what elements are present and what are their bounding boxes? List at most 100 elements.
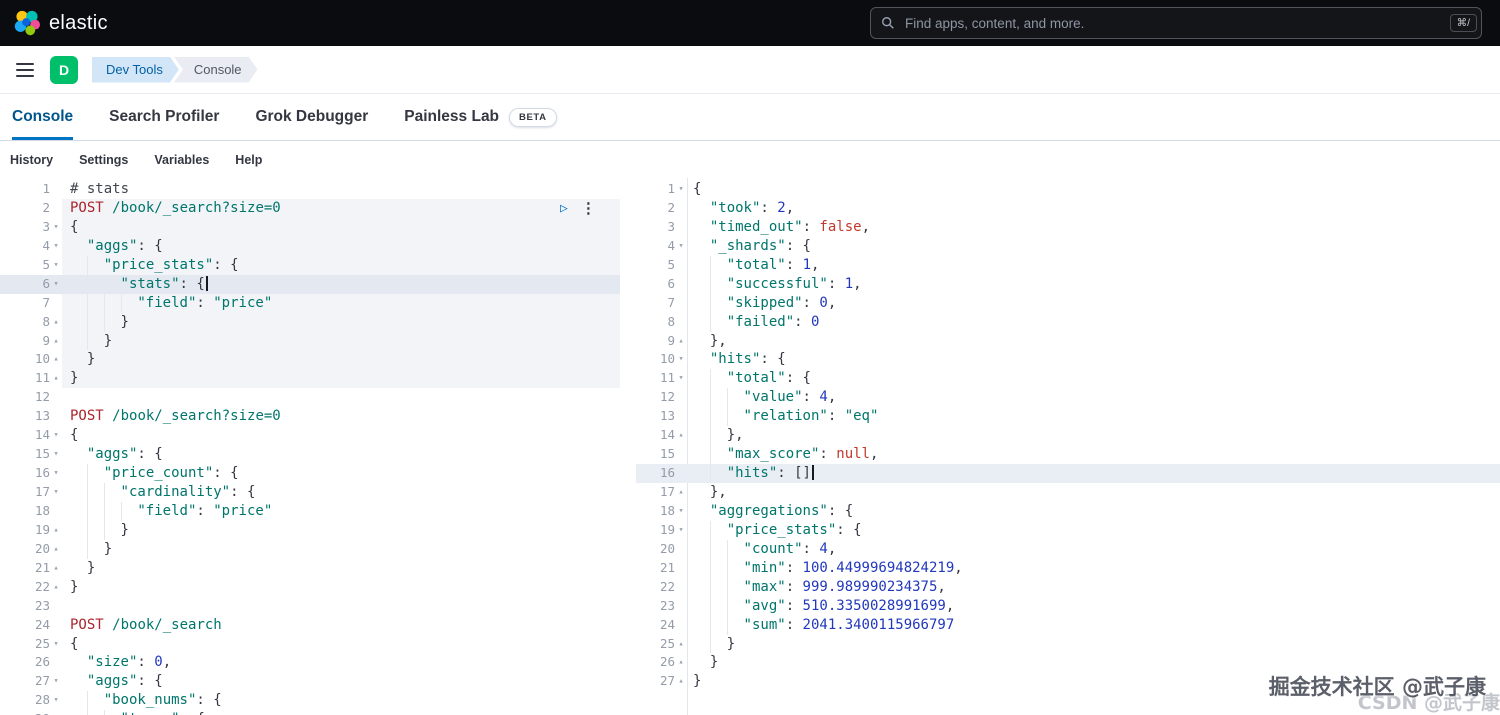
fold-open-icon[interactable]: ▾ — [50, 445, 62, 464]
code-line[interactable]: "aggs": { — [62, 672, 620, 691]
code-line[interactable]: "aggs": { — [62, 445, 620, 464]
code-line[interactable]: "avg": 510.3350028991699, — [687, 597, 954, 616]
fold-close-icon[interactable]: ▴ — [50, 369, 62, 388]
code-line[interactable]: } — [687, 653, 718, 672]
code-line[interactable]: } — [62, 540, 620, 559]
tab-grok-debugger[interactable]: Grok Debugger — [251, 94, 372, 140]
code-line[interactable]: "price_stats": { — [62, 256, 620, 275]
code-line[interactable]: "hits": { — [687, 350, 786, 369]
code-line[interactable]: }, — [687, 426, 744, 445]
code-line[interactable]: } — [62, 369, 620, 388]
fold-close-icon[interactable]: ▴ — [50, 559, 62, 578]
code-line[interactable]: "stats": { — [62, 275, 620, 294]
code-line[interactable]: { — [62, 218, 620, 237]
code-line[interactable]: POST /book/_search?size=0 — [62, 199, 620, 218]
help-button[interactable]: Help — [235, 153, 262, 167]
request-menu-icon[interactable]: ⋮ — [581, 201, 596, 216]
code-line[interactable]: "took": 2, — [687, 199, 794, 218]
code-line[interactable]: "total": 1, — [687, 256, 819, 275]
fold-close-icon[interactable]: ▴ — [675, 332, 687, 351]
fold-open-icon[interactable]: ▾ — [50, 691, 62, 710]
code-line[interactable]: "max_score": null, — [687, 445, 878, 464]
fold-close-icon[interactable]: ▴ — [50, 313, 62, 332]
request-editor[interactable]: 1# stats2POST /book/_search?size=03▾{4▾ … — [0, 178, 636, 715]
fold-open-icon[interactable]: ▾ — [50, 672, 62, 691]
code-line[interactable]: "skipped": 0, — [687, 294, 836, 313]
tab-console[interactable]: Console — [8, 94, 77, 140]
global-search[interactable]: ⌘/ — [870, 7, 1482, 39]
code-line[interactable]: "aggs": { — [62, 237, 620, 256]
code-line[interactable]: { — [62, 635, 620, 654]
code-line[interactable]: "aggregations": { — [687, 502, 853, 521]
fold-open-icon[interactable]: ▾ — [50, 710, 62, 715]
fold-open-icon[interactable]: ▾ — [675, 180, 687, 199]
code-line[interactable]: } — [687, 635, 735, 654]
fold-close-icon[interactable]: ▴ — [675, 426, 687, 445]
code-line[interactable]: "book_nums": { — [62, 691, 620, 710]
settings-button[interactable]: Settings — [79, 153, 128, 167]
fold-close-icon[interactable]: ▴ — [50, 578, 62, 597]
code-line[interactable]: "max": 999.989990234375, — [687, 578, 946, 597]
code-line[interactable]: POST /book/_search?size=0 — [62, 407, 620, 426]
fold-open-icon[interactable]: ▾ — [50, 237, 62, 256]
history-button[interactable]: History — [10, 153, 53, 167]
code-line[interactable]: "min": 100.44999694824219, — [687, 559, 963, 578]
fold-open-icon[interactable]: ▾ — [675, 502, 687, 521]
code-line[interactable]: "field": "price" — [62, 502, 620, 521]
code-line[interactable]: } — [62, 313, 620, 332]
code-line[interactable]: "count": 4, — [687, 540, 836, 559]
code-line[interactable]: "terms": { — [62, 710, 620, 715]
fold-open-icon[interactable]: ▾ — [675, 350, 687, 369]
send-request-button[interactable]: ▷ — [560, 202, 568, 215]
code-line[interactable]: "total": { — [687, 369, 811, 388]
variables-button[interactable]: Variables — [154, 153, 209, 167]
code-line[interactable]: "value": 4, — [687, 388, 836, 407]
code-line[interactable]: } — [62, 332, 620, 351]
fold-close-icon[interactable]: ▴ — [50, 350, 62, 369]
fold-open-icon[interactable]: ▾ — [50, 635, 62, 654]
tab-painless-lab[interactable]: Painless Lab BETA — [400, 94, 560, 140]
fold-open-icon[interactable]: ▾ — [50, 275, 62, 294]
fold-open-icon[interactable]: ▾ — [50, 426, 62, 445]
code-line[interactable]: "field": "price" — [62, 294, 620, 313]
code-line[interactable]: "sum": 2041.3400115966797 — [687, 616, 954, 635]
code-line[interactable]: } — [62, 350, 620, 369]
elastic-logo[interactable] — [14, 10, 40, 36]
fold-open-icon[interactable]: ▾ — [50, 464, 62, 483]
global-search-input[interactable] — [903, 15, 1450, 32]
menu-toggle-icon[interactable] — [14, 59, 36, 81]
code-line[interactable] — [62, 597, 620, 616]
code-line[interactable]: POST /book/_search — [62, 616, 620, 635]
fold-open-icon[interactable]: ▾ — [50, 483, 62, 502]
fold-close-icon[interactable]: ▴ — [50, 332, 62, 351]
code-line[interactable]: "timed_out": false, — [687, 218, 870, 237]
code-line[interactable] — [62, 388, 620, 407]
code-line[interactable]: "_shards": { — [687, 237, 811, 256]
fold-open-icon[interactable]: ▾ — [50, 218, 62, 237]
code-line[interactable]: "price_count": { — [62, 464, 620, 483]
code-line[interactable]: "hits": [] — [687, 464, 814, 483]
code-line[interactable]: # stats — [62, 180, 620, 199]
code-line[interactable]: "size": 0, — [62, 653, 620, 672]
fold-close-icon[interactable]: ▴ — [675, 483, 687, 502]
fold-open-icon[interactable]: ▾ — [675, 369, 687, 388]
code-line[interactable]: } — [687, 672, 701, 691]
code-line[interactable]: "failed": 0 — [687, 313, 819, 332]
code-line[interactable]: "cardinality": { — [62, 483, 620, 502]
fold-open-icon[interactable]: ▾ — [675, 521, 687, 540]
code-line[interactable]: { — [62, 426, 620, 445]
code-line[interactable]: }, — [687, 332, 727, 351]
fold-close-icon[interactable]: ▴ — [675, 653, 687, 672]
fold-close-icon[interactable]: ▴ — [675, 635, 687, 654]
code-line[interactable]: }, — [687, 483, 727, 502]
fold-open-icon[interactable]: ▾ — [50, 256, 62, 275]
space-avatar[interactable]: D — [50, 56, 78, 84]
breadcrumb-dev-tools[interactable]: Dev Tools — [92, 57, 179, 83]
code-line[interactable]: } — [62, 521, 620, 540]
code-line[interactable]: } — [62, 559, 620, 578]
fold-close-icon[interactable]: ▴ — [50, 540, 62, 559]
code-line[interactable]: "price_stats": { — [687, 521, 862, 540]
fold-close-icon[interactable]: ▴ — [675, 672, 687, 691]
code-line[interactable]: "successful": 1, — [687, 275, 862, 294]
fold-close-icon[interactable]: ▴ — [50, 521, 62, 540]
